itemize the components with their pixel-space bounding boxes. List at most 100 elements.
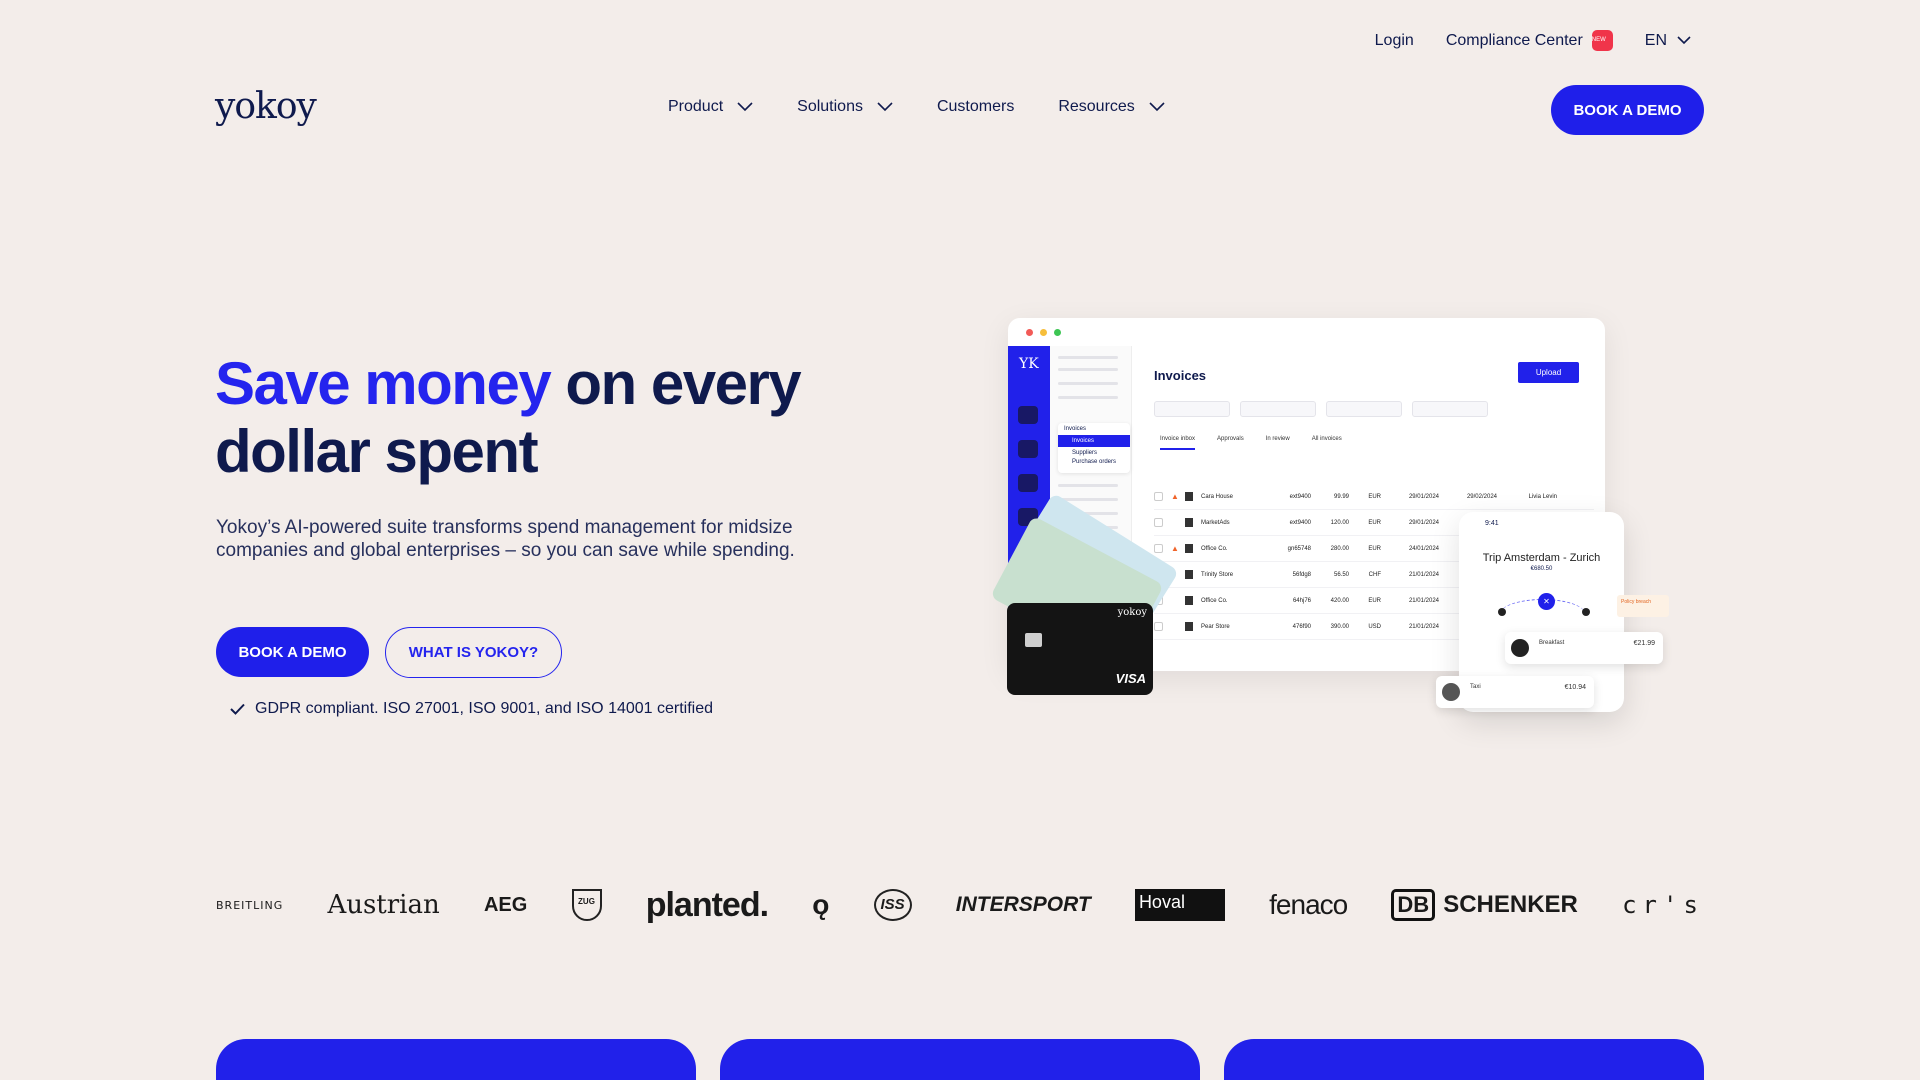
mockup-upload-button: Upload (1518, 362, 1579, 383)
invoice-date: 21/01/2024 (1408, 623, 1439, 630)
invoice-date: 21/01/2024 (1408, 571, 1439, 578)
feature-card[interactable] (216, 1039, 696, 1080)
mockup-tabs: Invoice inbox Approvals In review All in… (1160, 436, 1342, 450)
supplier-name: MarketAds (1201, 519, 1230, 526)
breitling-logo: BREITLING (216, 898, 284, 912)
yokoy-logo[interactable]: yokoy (215, 86, 317, 127)
menu-item: Suppliers (1072, 450, 1098, 456)
what-is-yokoy-button[interactable]: WHAT IS YOKOY? (385, 627, 562, 678)
on-logo: ǫ (812, 889, 830, 920)
supplier-name: Trinity Store (1201, 571, 1234, 578)
iss-logo: ISS (873, 889, 912, 921)
db-logo: DB (1391, 889, 1436, 921)
document-icon (1185, 622, 1193, 631)
supplier-name: Office Co. (1201, 597, 1228, 604)
nav-resources-label: Resources (1058, 98, 1135, 115)
nav-solutions-label: Solutions (797, 98, 863, 115)
chevron-down-icon (737, 102, 753, 112)
nav-product[interactable]: Product (668, 98, 753, 116)
invoice-date: 24/01/2024 (1408, 545, 1439, 552)
nav-customers[interactable]: Customers (937, 98, 1014, 116)
invoice-currency: EUR (1368, 493, 1381, 500)
nav-solutions[interactable]: Solutions (797, 98, 893, 116)
phone-time: 9:41 (1485, 520, 1499, 527)
nav-resources[interactable]: Resources (1058, 98, 1165, 116)
maximize-dot-icon (1054, 329, 1061, 336)
invoice-date: 21/01/2024 (1408, 597, 1439, 604)
language-label: EN (1644, 31, 1667, 49)
minimize-dot-icon (1040, 329, 1047, 336)
invoice-currency: USD (1368, 623, 1381, 630)
utility-bar: Login Compliance Center NEW EN (1375, 30, 1691, 51)
supplier-name: Cara House (1201, 493, 1234, 500)
expense-label: Breakfast (1539, 640, 1565, 646)
expense-label: Taxi (1470, 684, 1481, 690)
mockup-tab: In review (1265, 436, 1290, 442)
document-icon (1185, 544, 1193, 553)
invoice-currency: EUR (1368, 597, 1381, 604)
customer-logos: BREITLING Austrian AEG ZUG planted. ǫ IS… (216, 884, 1704, 926)
language-selector[interactable]: EN (1645, 32, 1691, 50)
schenker-text: SCHENKER (1443, 891, 1578, 918)
feature-card[interactable] (1224, 1039, 1704, 1080)
hero-subtitle: Yokoy’s AI-powered suite transforms spen… (216, 517, 795, 561)
invoice-amount: 280.00 (1330, 545, 1349, 552)
invoice-currency: EUR (1368, 545, 1381, 552)
invoice-amount: 390.00 (1330, 623, 1349, 630)
login-link[interactable]: Login (1375, 32, 1414, 50)
chevron-down-icon (877, 102, 893, 112)
approver: Livia Levin (1528, 493, 1557, 500)
compliance-center-link[interactable]: Compliance Center NEW (1446, 30, 1613, 51)
menu-item-active: Invoices (1058, 435, 1130, 447)
mockup-logo-icon: YK (1019, 356, 1039, 372)
expense-amount: €21.99 (1633, 640, 1655, 647)
invoice-id: ext9400 (1289, 493, 1311, 500)
mockup-invoices-menu: Invoices Invoices Suppliers Purchase ord… (1058, 423, 1130, 473)
warning-icon: ▲ (1171, 492, 1179, 501)
invoice-date: 29/01/2024 (1408, 493, 1439, 500)
feature-card[interactable] (720, 1039, 1200, 1080)
mockup-tab: All invoices (1311, 436, 1342, 442)
row-checkbox (1154, 518, 1163, 527)
breakfast-expense: Breakfast €21.99 (1505, 632, 1663, 664)
new-badge: NEW (1591, 30, 1613, 51)
intersport-logo: INTERSPORT (955, 893, 1091, 916)
row-checkbox (1154, 622, 1163, 631)
invoice-id: 476f90 (1292, 623, 1311, 630)
sidebar-icon (1018, 440, 1038, 458)
document-icon (1185, 492, 1193, 501)
invoice-date: 29/01/2024 (1408, 519, 1439, 526)
expense-amount: €10.94 (1564, 684, 1586, 691)
invoice-amount: 120.00 (1330, 519, 1349, 526)
hoval-logo: Hoval (1134, 889, 1225, 921)
sidebar-icon (1018, 474, 1038, 492)
austrian-logo: Austrian (327, 890, 440, 920)
document-icon (1185, 518, 1193, 527)
sidebar-icon (1018, 406, 1038, 424)
trip-amount: €680.50 (1530, 566, 1553, 572)
mockup-tab: Approvals (1217, 436, 1244, 442)
zug-logo: ZUG (571, 889, 602, 921)
invoice-currency: EUR (1368, 519, 1381, 526)
gdpr-note: GDPR compliant. ISO 27001, ISO 9001, and… (230, 700, 713, 718)
hero-title-highlight: Save money (215, 350, 552, 417)
chevron-down-icon (1149, 102, 1165, 112)
mockup-filters (1154, 401, 1488, 417)
invoice-id: ext9400 (1289, 519, 1311, 526)
aeg-logo: AEG (483, 893, 528, 916)
card-chip-icon (1025, 633, 1042, 647)
document-icon (1185, 570, 1193, 579)
hero-book-demo-button[interactable]: BOOK A DEMO (216, 627, 369, 677)
main-nav: Product Solutions Customers Resources (668, 98, 1165, 116)
mockup-title: Invoices (1154, 368, 1207, 383)
invoice-amount: 420.00 (1330, 597, 1349, 604)
header-book-demo-button[interactable]: BOOK A DEMO (1551, 85, 1704, 135)
crs-logo: cr's (1622, 891, 1704, 919)
warning-icon: ▲ (1171, 544, 1179, 553)
invoice-id: 64hj76 (1292, 597, 1311, 604)
close-dot-icon (1026, 329, 1033, 336)
food-icon (1511, 639, 1529, 657)
route-start-dot (1498, 608, 1506, 616)
compliance-center-label: Compliance Center (1445, 31, 1583, 49)
invoice-id: gn65748 (1287, 545, 1311, 552)
